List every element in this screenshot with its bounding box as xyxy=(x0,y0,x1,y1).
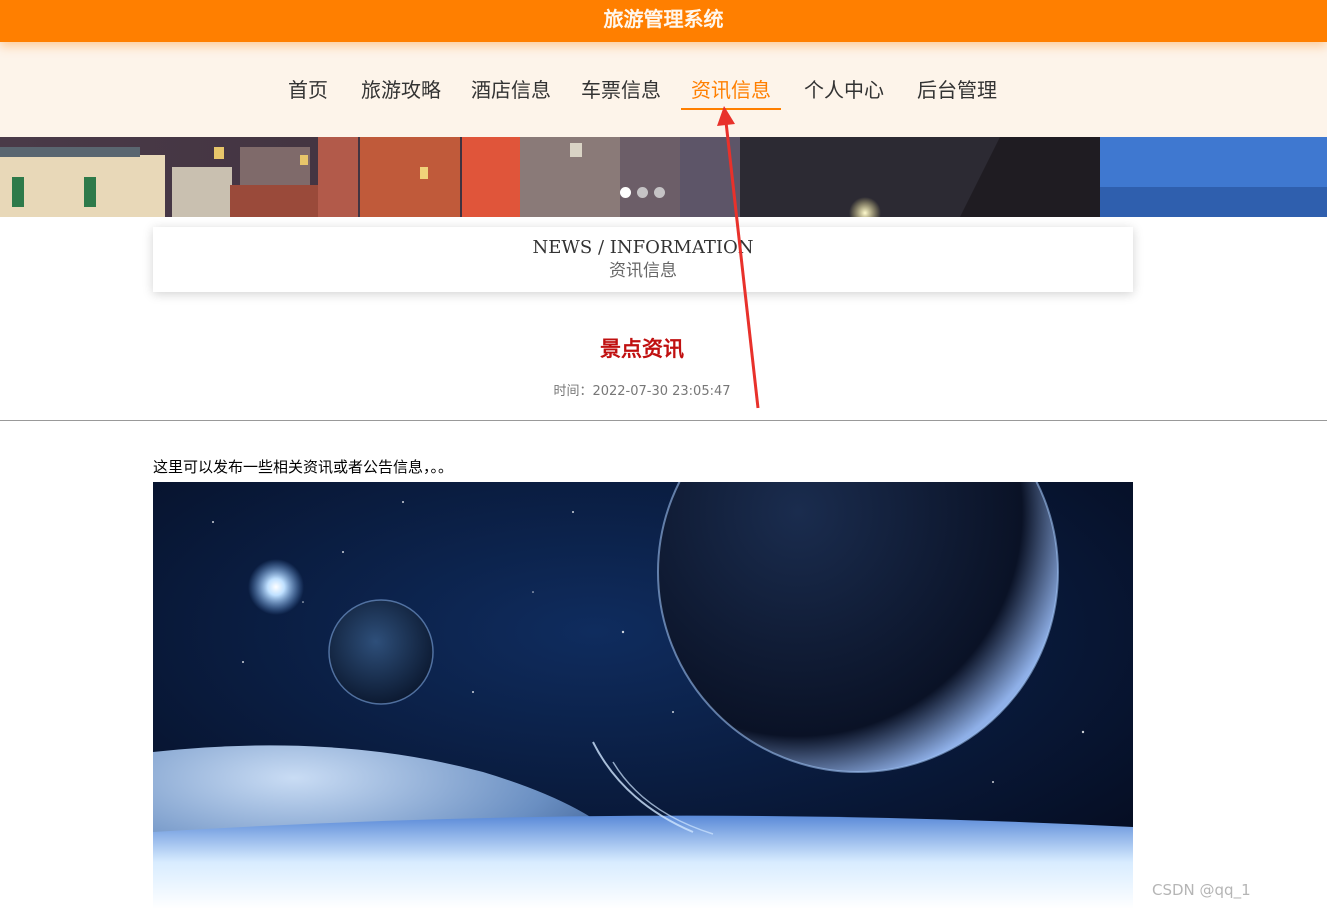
space-planets-image xyxy=(153,482,1133,909)
banner-image xyxy=(0,137,1327,217)
carousel-dot-2[interactable] xyxy=(637,187,648,198)
nav-item-ticket-info[interactable]: 车票信息 xyxy=(576,76,666,110)
article-body-text: 这里可以发布一些相关资讯或者公告信息，。。 xyxy=(153,458,454,476)
site-title: 旅游管理系统 xyxy=(603,7,724,31)
nav-item-travel-guides[interactable]: 旅游攻略 xyxy=(356,76,446,110)
nav-item-admin[interactable]: 后台管理 xyxy=(912,76,1002,110)
nav-item-personal-center[interactable]: 个人中心 xyxy=(799,76,889,110)
banner-carousel[interactable] xyxy=(0,137,1327,217)
article-image xyxy=(153,482,1133,909)
nav-item-home[interactable]: 首页 xyxy=(283,76,333,110)
top-header-bar: 旅游管理系统 xyxy=(0,0,1327,42)
article-title: 景点资讯 xyxy=(600,337,684,361)
section-heading-box: NEWS / INFORMATION 资讯信息 xyxy=(153,227,1133,292)
divider xyxy=(0,420,1327,421)
section-title-en: NEWS / INFORMATION xyxy=(532,237,754,258)
csdn-watermark: CSDN @qq_1 xyxy=(1152,881,1251,899)
nav-item-hotel-info[interactable]: 酒店信息 xyxy=(466,76,556,110)
carousel-dot-3[interactable] xyxy=(654,187,665,198)
section-title-cn: 资讯信息 xyxy=(609,261,677,281)
carousel-dot-1[interactable] xyxy=(620,187,631,198)
article-time: 时间：2022-07-30 23:05:47 xyxy=(553,384,731,399)
nav-item-news-info[interactable]: 资讯信息 xyxy=(681,76,781,110)
